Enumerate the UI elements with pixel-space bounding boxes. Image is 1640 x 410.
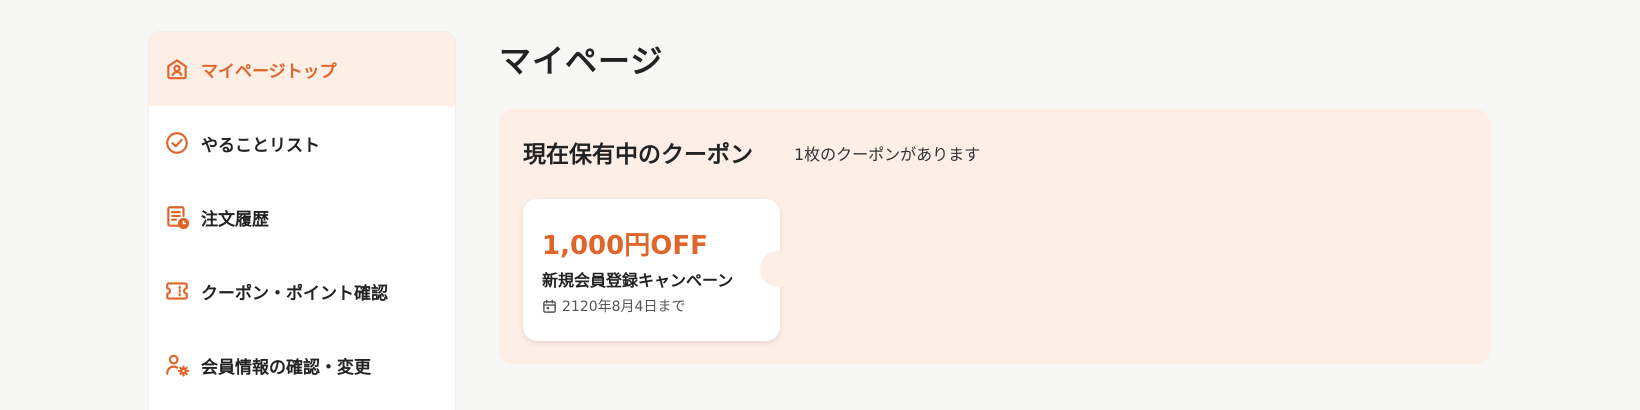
sidebar-item-label: マイページトップ [201, 61, 337, 82]
sidebar-item-member-info[interactable]: 会員情報の確認・変更 [149, 328, 455, 402]
coupon-count-text: 1枚のクーポンがあります [794, 145, 981, 164]
check-circle-icon [161, 127, 193, 159]
coupon-section-heading: 現在保有中のクーポン [523, 142, 753, 168]
coupon-expiry: 2120年8月4日まで [542, 296, 685, 316]
sidebar-nav: マイページトップ やることリスト 注文履歴 クーポン・ポイント確認 会員情報の確… [148, 31, 456, 410]
sidebar-item-label: クーポン・ポイント確認 [201, 283, 388, 304]
page-title: マイページ [499, 42, 664, 80]
sidebar-item-coupon-points[interactable]: クーポン・ポイント確認 [149, 254, 455, 328]
coupon-amount: 1,000円OFF [542, 231, 708, 261]
coupon-expiry-text: 2120年8月4日まで [562, 299, 686, 315]
order-history-icon [161, 201, 193, 233]
calendar-icon [542, 299, 562, 314]
sidebar-item-label: 会員情報の確認・変更 [201, 357, 371, 378]
sidebar-item-label: やることリスト [201, 135, 320, 156]
sidebar-item-mypage-top[interactable]: マイページトップ [149, 32, 455, 106]
sidebar-item-order-history[interactable]: 注文履歴 [149, 180, 455, 254]
ticket-icon [161, 275, 193, 307]
coupon-panel: 現在保有中のクーポン 1枚のクーポンがあります 1,000円OFF 新規会員登録… [499, 109, 1490, 364]
coupon-card[interactable]: 1,000円OFF 新規会員登録キャンペーン 2120年8月4日まで [523, 199, 796, 341]
user-settings-icon [161, 349, 193, 381]
home-icon [161, 53, 193, 85]
coupon-name: 新規会員登録キャンペーン [542, 271, 734, 290]
coupon-notch [760, 251, 796, 287]
sidebar-item-todo-list[interactable]: やることリスト [149, 106, 455, 180]
my-page: マイページトップ やることリスト 注文履歴 クーポン・ポイント確認 会員情報の確… [0, 0, 1640, 410]
sidebar-item-label: 注文履歴 [201, 209, 269, 230]
